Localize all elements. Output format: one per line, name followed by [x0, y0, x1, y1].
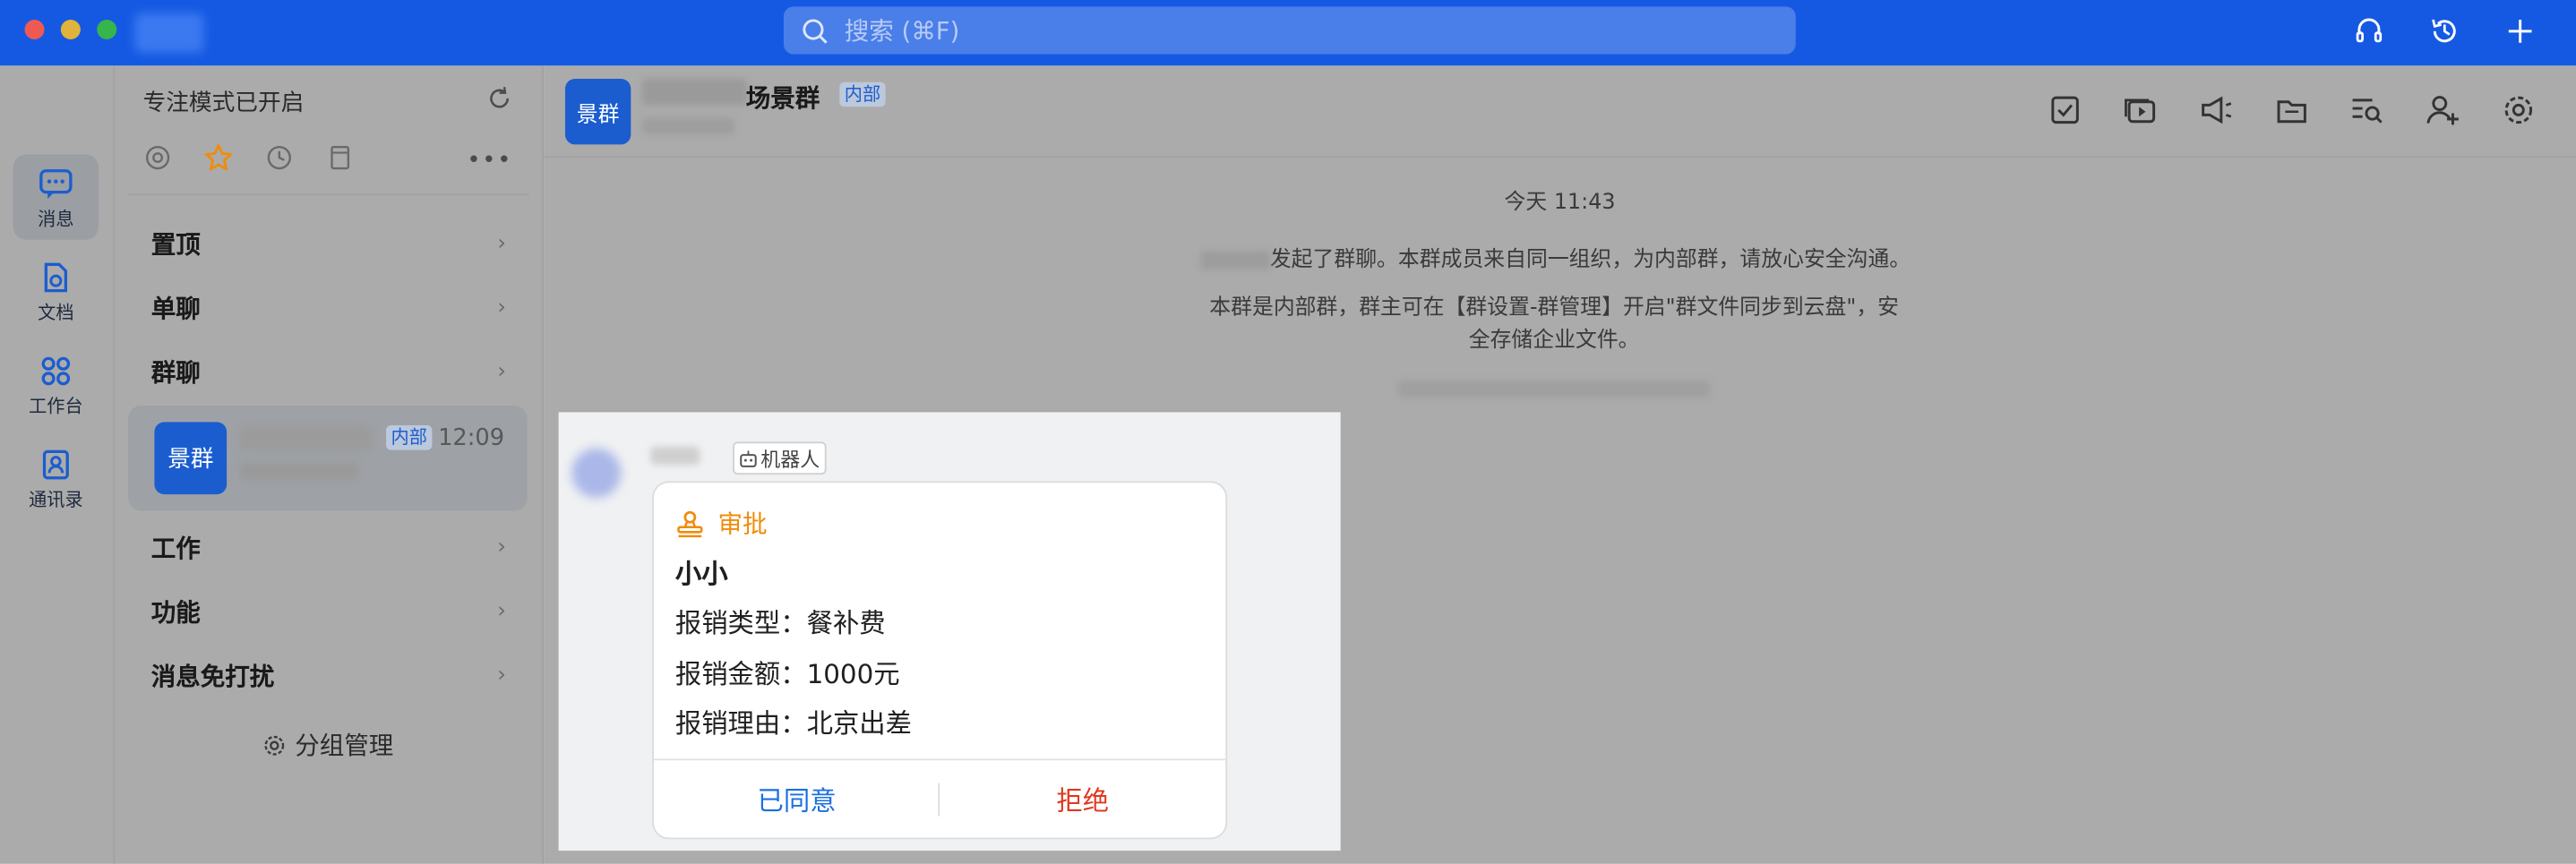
group-label: 消息免打扰 — [150, 661, 275, 691]
chevron-right-icon: › — [497, 358, 506, 384]
rail-item-docs[interactable]: 文档 — [13, 248, 99, 333]
headset-icon[interactable] — [2349, 12, 2389, 51]
chat-toolbar — [2047, 92, 2576, 128]
bot-tag-label: 机器人 — [760, 447, 820, 471]
bot-avatar[interactable] — [571, 448, 622, 498]
search-history-icon[interactable] — [2349, 92, 2385, 128]
titlebar-actions — [2349, 12, 2576, 51]
group-name-redacted — [642, 79, 748, 106]
chat-time: 12:09 — [438, 425, 505, 452]
announcement-icon[interactable] — [2198, 92, 2234, 128]
group-label: 单聊 — [150, 293, 201, 323]
approval-card: 审批 小小 报销类型：餐补费 报销金额：1000元 报销理由：北京出差 已同意 … — [652, 481, 1228, 840]
search-icon — [803, 18, 828, 43]
mention-icon[interactable] — [143, 143, 173, 173]
group-label: 群聊 — [150, 356, 201, 387]
approved-button[interactable]: 已同意 — [654, 760, 940, 835]
search-box[interactable] — [783, 6, 1796, 55]
creator-name-redacted — [1200, 251, 1270, 269]
grid-apps-icon — [41, 356, 71, 386]
bot-tag: 机器人 — [733, 441, 827, 475]
group-name: 场景群 — [745, 83, 820, 114]
more-icon[interactable]: ••• — [467, 148, 512, 174]
header-divider — [544, 156, 2576, 158]
chat-preview-redacted — [239, 463, 358, 480]
internal-badge: 内部 — [386, 425, 433, 450]
star-icon[interactable] — [203, 143, 233, 173]
chevron-right-icon: › — [497, 598, 506, 624]
group-label: 功能 — [150, 596, 201, 627]
sidebar-group-pinned[interactable]: 置顶 › — [128, 213, 529, 272]
plus-icon[interactable] — [2501, 12, 2540, 51]
rail-label: 消息 — [38, 208, 74, 230]
settings-gear-icon[interactable] — [2501, 92, 2537, 128]
search-input[interactable] — [841, 13, 1703, 47]
sidebar-group-single-chat[interactable]: 单聊 › — [128, 278, 529, 337]
app-logo — [134, 13, 204, 53]
rail-label: 通讯录 — [29, 489, 83, 511]
sidebar-group-group-chat[interactable]: 群聊 › — [128, 342, 529, 401]
system-message: 本群是内部群，群主可在【群设置-群管理】开启"群文件同步到云盘"，安全存储企业文… — [1209, 295, 1900, 354]
sidebar-group-features[interactable]: 功能 › — [128, 581, 529, 640]
system-message-text: 发起了群聊。本群成员来自同一组织，为内部群，请放心安全沟通。 — [1269, 247, 1911, 273]
clock-icon[interactable] — [264, 143, 294, 173]
sidebar-group-work[interactable]: 工作 › — [128, 518, 529, 577]
stamp-icon — [677, 509, 703, 537]
expense-reason: 报销理由：北京出差 — [674, 707, 913, 740]
chat-list-item[interactable]: 景群 内部 12:09 — [128, 406, 528, 511]
group-manage-button[interactable]: 分组管理 — [115, 728, 542, 763]
chat-bubble-icon — [39, 169, 73, 199]
sender-name-redacted — [650, 446, 700, 466]
history-icon[interactable] — [2425, 12, 2464, 51]
internal-badge: 内部 — [839, 81, 886, 107]
left-rail: ▼ 消息 文档 工作台 通讯录 — [0, 65, 116, 864]
contacts-icon — [42, 449, 69, 480]
system-message-redacted — [1397, 381, 1711, 398]
applicant-name: 小小 — [674, 558, 728, 590]
focus-mode-status: 专注模式已开启 — [142, 90, 305, 117]
system-message: 发起了群聊。本群成员来自同一组织，为内部群，请放心安全沟通。 — [1200, 242, 1911, 273]
chevron-right-icon: › — [497, 535, 506, 560]
document-icon — [44, 262, 68, 293]
chevron-right-icon: › — [497, 295, 506, 320]
close-window-button[interactable] — [24, 20, 45, 40]
expense-amount: 报销金额：1000元 — [674, 658, 900, 690]
rail-item-messages[interactable]: 消息 — [13, 154, 99, 240]
robot-icon — [740, 449, 757, 467]
maximize-window-button[interactable] — [97, 20, 117, 40]
title-bar — [0, 0, 2576, 66]
chat-avatar: 景群 — [154, 422, 228, 495]
group-label: 工作 — [150, 533, 201, 563]
expense-type: 报销类型：餐补费 — [674, 607, 886, 639]
rail-item-contacts[interactable]: 通讯录 — [13, 435, 99, 520]
rail-item-workbench[interactable]: 工作台 — [13, 342, 99, 427]
rail-label: 工作台 — [29, 396, 83, 417]
chat-name-redacted — [239, 426, 372, 450]
group-label: 置顶 — [150, 228, 201, 259]
minimize-window-button[interactable] — [60, 20, 81, 40]
group-subtitle-redacted — [642, 118, 734, 135]
task-checkbox-icon[interactable] — [2047, 92, 2082, 128]
bot-message: 机器人 审批 小小 报销类型：餐补费 报销金额：1000元 报销理由：北京出差 … — [558, 412, 1341, 851]
approval-title-text: 审批 — [717, 509, 768, 539]
folder-icon[interactable] — [2274, 92, 2310, 128]
conversation-sidebar: 专注模式已开启 ••• 置顶 › 单聊 › 群聊 › 景群 内部 12:09 工… — [115, 65, 545, 864]
group-manage-label: 分组管理 — [295, 731, 394, 761]
reject-button[interactable]: 拒绝 — [940, 760, 1225, 835]
bookmark-icon[interactable] — [325, 143, 355, 173]
group-avatar[interactable]: 景群 — [564, 79, 631, 145]
video-meeting-icon[interactable] — [2123, 92, 2159, 128]
chevron-right-icon: › — [497, 663, 506, 688]
rail-label: 文档 — [38, 302, 74, 324]
refresh-icon[interactable] — [486, 85, 512, 118]
sidebar-group-muted[interactable]: 消息免打扰 › — [128, 646, 529, 705]
gear-icon — [265, 734, 286, 755]
message-timestamp: 今天 11:43 — [1504, 190, 1616, 216]
add-member-icon[interactable] — [2425, 92, 2460, 128]
chevron-right-icon: › — [497, 230, 506, 256]
filter-tabs — [143, 143, 386, 173]
divider — [128, 193, 529, 196]
app-window: ▼ 消息 文档 工作台 通讯录 专注模式已开启 — [0, 0, 2576, 864]
approval-card-title: 审批 — [675, 506, 768, 541]
